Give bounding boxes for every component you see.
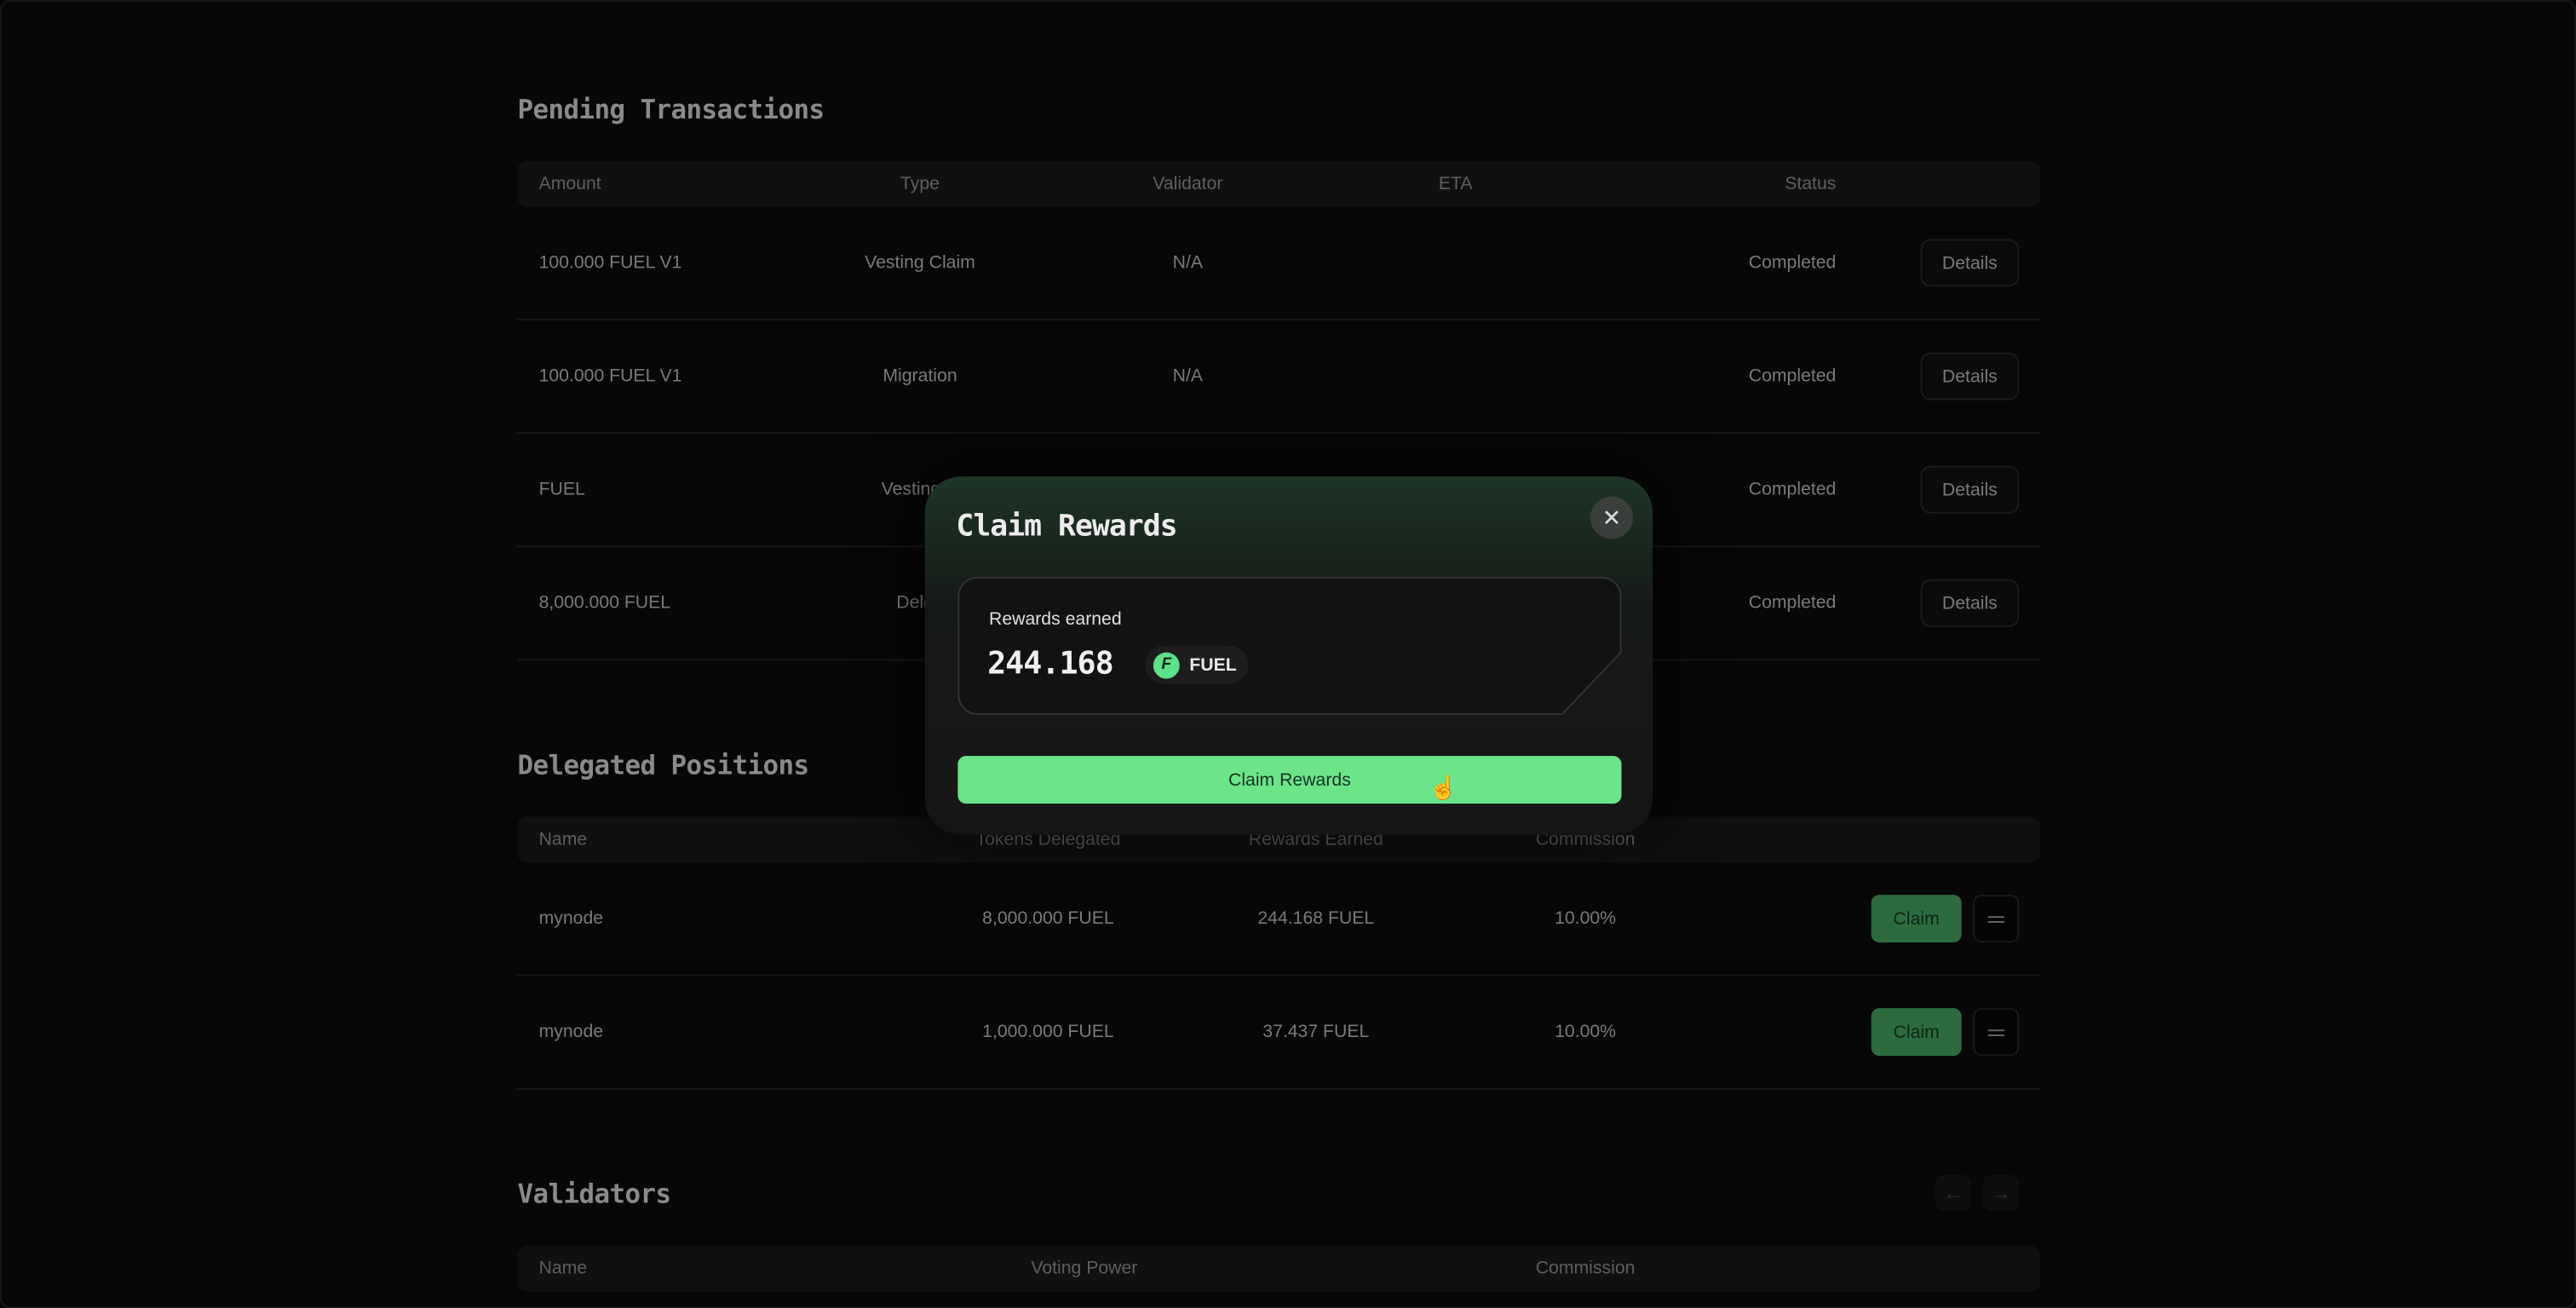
rewards-earned-label: Rewards earned xyxy=(989,609,1122,629)
amount: 100.000 FUEL V1 xyxy=(539,366,682,386)
fuel-logo-icon: F xyxy=(1153,652,1180,678)
menu-icon xyxy=(1988,1029,2004,1035)
menu-button[interactable] xyxy=(1973,895,2019,942)
col-commission: Commission xyxy=(1536,1259,1636,1278)
type: Migration xyxy=(883,366,957,386)
pending-transactions-title: Pending Transactions xyxy=(517,94,824,125)
next-page-button[interactable]: → xyxy=(1983,1175,2019,1211)
rewards-earned: 244.168 FUEL xyxy=(1257,908,1374,928)
details-button[interactable]: Details xyxy=(1920,239,2019,287)
details-button[interactable]: Details xyxy=(1920,579,2019,627)
close-button[interactable]: ✕ xyxy=(1590,496,1633,539)
commission: 10.00% xyxy=(1555,908,1616,928)
token-symbol: FUEL xyxy=(1189,655,1236,675)
status: Completed xyxy=(1749,253,1837,273)
details-button[interactable]: Details xyxy=(1920,466,2019,514)
col-validator: Validator xyxy=(1153,174,1222,193)
menu-icon xyxy=(1988,915,2004,922)
arrow-left-icon: ← xyxy=(1943,1182,1963,1205)
table-row: mynode 1,000.000 FUEL 37.437 FUEL 10.00%… xyxy=(517,977,2040,1090)
status: Completed xyxy=(1749,366,1837,386)
tokens-delegated: 8,000.000 FUEL xyxy=(982,908,1114,928)
status: Completed xyxy=(1749,480,1837,499)
arrow-right-icon: → xyxy=(1991,1182,2010,1205)
table-row: 100.000 FUEL V1 Vesting Claim N/A Comple… xyxy=(517,207,2040,320)
hand-cursor-icon: ☝ xyxy=(1429,774,1458,802)
delegated-positions-title: Delegated Positions xyxy=(517,749,808,781)
col-eta: ETA xyxy=(1439,174,1473,193)
claim-button[interactable]: Claim xyxy=(1872,895,1962,942)
prev-page-button[interactable]: ← xyxy=(1935,1175,1971,1211)
amount: 8,000.000 FUEL xyxy=(539,593,671,613)
staking-page: Pending Transactions Amount Type Validat… xyxy=(0,0,2576,1308)
menu-button[interactable] xyxy=(1973,1008,2019,1056)
pending-table-header: Amount Type Validator ETA Status xyxy=(517,161,2040,207)
status: Completed xyxy=(1749,593,1837,613)
claim-rewards-modal: Claim Rewards ✕ Rewards earned 244.168 F… xyxy=(925,476,1653,834)
amount: FUEL xyxy=(539,480,585,499)
token-badge: F FUEL xyxy=(1145,646,1248,683)
claim-button[interactable]: Claim xyxy=(1872,1008,1962,1056)
name: mynode xyxy=(539,1023,603,1042)
col-type: Type xyxy=(900,174,940,193)
col-amount: Amount xyxy=(539,174,601,193)
validators-title: Validators xyxy=(517,1178,670,1210)
col-name: Name xyxy=(539,830,588,850)
modal-title: Claim Rewards xyxy=(956,510,1176,545)
tokens-delegated: 1,000.000 FUEL xyxy=(982,1023,1114,1042)
col-name: Name xyxy=(539,1259,588,1278)
commission: 10.00% xyxy=(1555,1023,1616,1042)
table-row: mynode 8,000.000 FUEL 244.168 FUEL 10.00… xyxy=(517,862,2040,976)
rewards-earned-value: 244.168 xyxy=(987,646,1113,682)
rewards-earned: 37.437 FUEL xyxy=(1262,1023,1369,1042)
claim-rewards-button[interactable]: Claim Rewards xyxy=(957,756,1621,804)
col-voting-power: Voting Power xyxy=(1031,1259,1137,1278)
amount: 100.000 FUEL V1 xyxy=(539,253,682,273)
col-status: Status xyxy=(1785,174,1836,193)
validators-table-header: Name Voting Power Commission xyxy=(517,1246,2040,1292)
close-icon: ✕ xyxy=(1602,504,1622,532)
validator: N/A xyxy=(1173,366,1203,386)
type: Vesting Claim xyxy=(865,253,975,273)
rewards-card: Rewards earned 244.168 F FUEL xyxy=(957,577,1621,715)
details-button[interactable]: Details xyxy=(1920,353,2019,400)
name: mynode xyxy=(539,908,603,928)
validator: N/A xyxy=(1173,253,1203,273)
table-row: 100.000 FUEL V1 Migration N/A Completed … xyxy=(517,320,2040,434)
